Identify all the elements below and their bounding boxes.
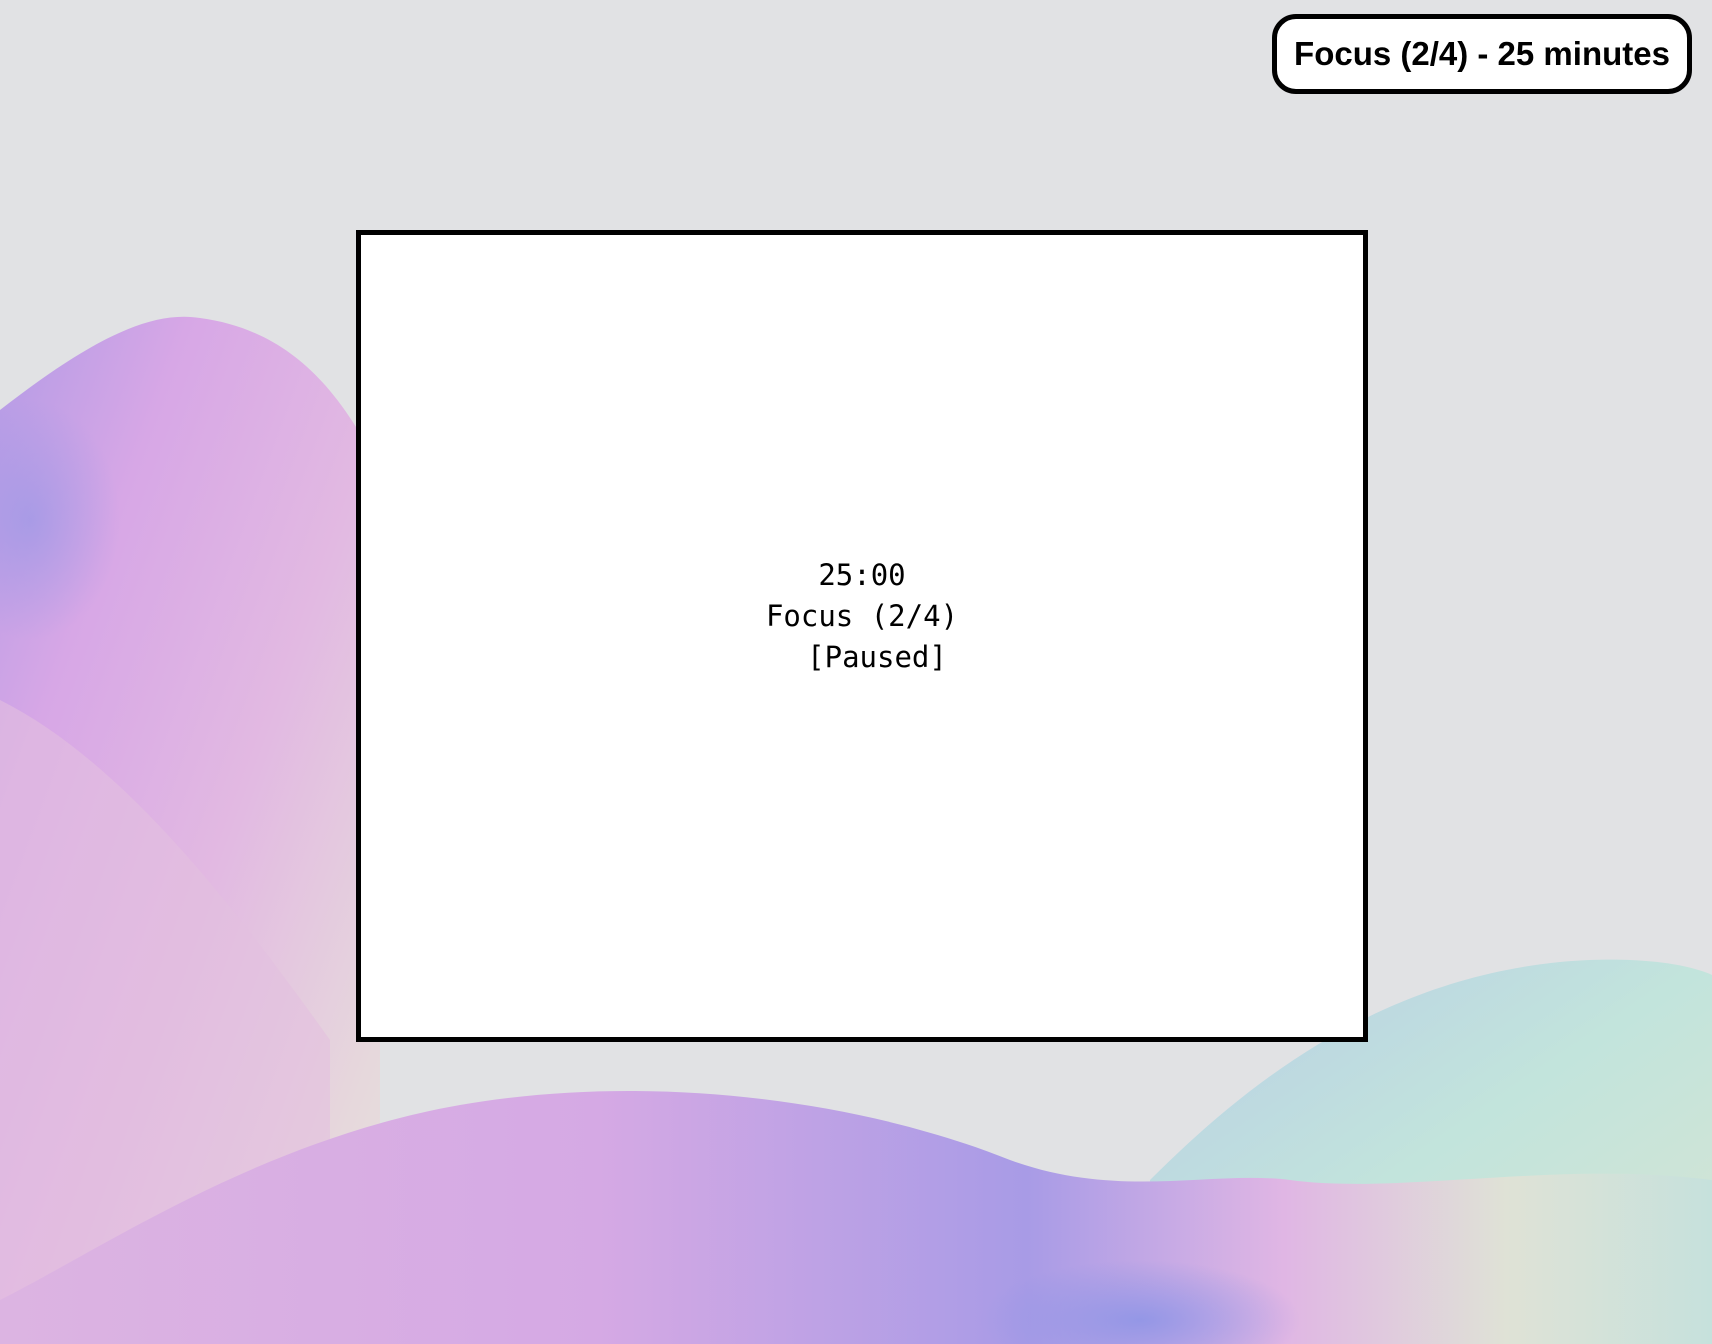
timer-display: 25:00 Focus (2/4) [Paused]: [766, 555, 958, 678]
notification-text: Focus (2/4) - 25 minutes: [1294, 35, 1670, 72]
timer-session-label: Focus (2/4): [765, 598, 959, 633]
pomodoro-timer-window[interactable]: 25:00 Focus (2/4) [Paused]: [356, 230, 1368, 1042]
timer-countdown: 25:00: [818, 557, 906, 592]
notification-toast[interactable]: Focus (2/4) - 25 minutes: [1272, 14, 1692, 94]
timer-status: [Paused]: [807, 639, 947, 674]
